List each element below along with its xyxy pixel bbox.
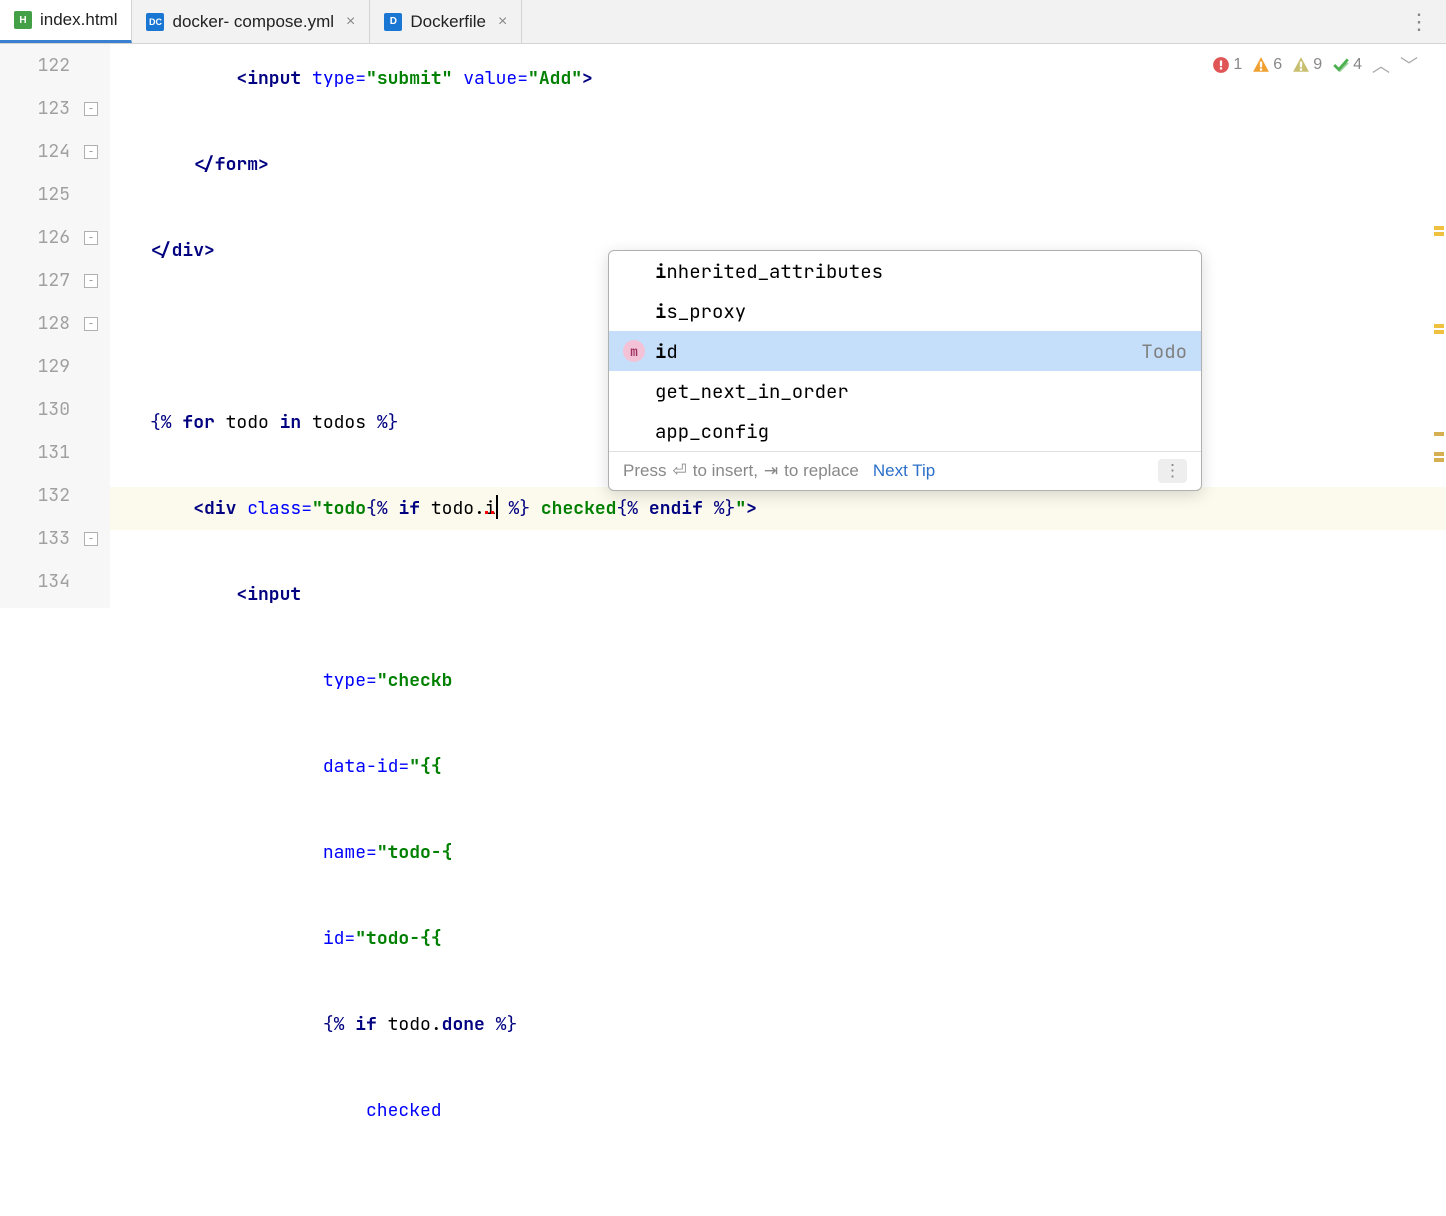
completion-label: get_next_in_order	[655, 379, 1187, 404]
tab-label: Dockerfile	[410, 12, 486, 32]
stripe-marker[interactable]	[1434, 432, 1444, 436]
line-number: 129	[0, 345, 70, 388]
stripe-marker[interactable]	[1434, 324, 1444, 328]
completion-label: inherited_attributes	[655, 259, 1187, 284]
tab-label: index.html	[40, 10, 117, 30]
line-number: 122	[0, 44, 70, 87]
more-options-icon[interactable]: ⋮	[1158, 459, 1187, 483]
line-number: 131	[0, 431, 70, 474]
method-icon: m	[623, 340, 645, 362]
enter-key-icon: ⏎	[672, 461, 686, 481]
stripe-marker[interactable]	[1434, 330, 1444, 334]
line-number: 128−	[0, 302, 70, 345]
autocomplete-item[interactable]: inherited_attributes	[609, 251, 1201, 291]
tab-dockerfile[interactable]: D Dockerfile ×	[370, 0, 522, 43]
tab-bar: H index.html DC docker- compose.yml × D …	[0, 0, 1446, 44]
stripe-marker[interactable]	[1434, 226, 1444, 230]
line-number: 125	[0, 173, 70, 216]
line-number: 126−	[0, 216, 70, 259]
completion-icon	[623, 260, 645, 282]
error-stripe[interactable]	[1432, 44, 1446, 608]
autocomplete-popup[interactable]: inherited_attributes is_proxy m id Todo …	[608, 250, 1202, 491]
stripe-marker[interactable]	[1434, 458, 1444, 462]
line-number: 132	[0, 474, 70, 517]
dockerfile-icon: D	[384, 13, 402, 31]
footer-text: to insert,	[693, 461, 758, 481]
completion-icon	[623, 300, 645, 322]
autocomplete-item-selected[interactable]: m id Todo	[609, 331, 1201, 371]
line-number: 130	[0, 388, 70, 431]
line-number: 124−	[0, 130, 70, 173]
line-number: 123−	[0, 87, 70, 130]
completion-label: id	[655, 339, 1131, 364]
completion-label: is_proxy	[655, 299, 1187, 324]
line-number: 127−	[0, 259, 70, 302]
close-icon[interactable]: ×	[342, 13, 355, 31]
completion-hint: Todo	[1141, 339, 1187, 364]
next-tip-link[interactable]: Next Tip	[873, 461, 935, 481]
fold-marker-icon[interactable]: −	[84, 145, 98, 159]
footer-text: to replace	[784, 461, 859, 481]
line-number: 134	[0, 560, 70, 603]
fold-marker-icon[interactable]: −	[84, 317, 98, 331]
autocomplete-footer: Press ⏎ to insert, ⇥ to replace Next Tip…	[609, 451, 1201, 490]
tab-label: docker- compose.yml	[172, 12, 334, 32]
fold-marker-icon[interactable]: −	[84, 532, 98, 546]
completion-icon	[623, 420, 645, 442]
completion-icon	[623, 380, 645, 402]
autocomplete-item[interactable]: is_proxy	[609, 291, 1201, 331]
fold-marker-icon[interactable]: −	[84, 274, 98, 288]
more-menu-icon[interactable]: ⋮	[1408, 7, 1432, 36]
fold-marker-icon[interactable]: −	[84, 102, 98, 116]
tab-docker-compose[interactable]: DC docker- compose.yml ×	[132, 0, 370, 43]
footer-text: Press	[623, 461, 666, 481]
tab-key-icon: ⇥	[764, 461, 778, 481]
fold-marker-icon[interactable]: −	[84, 231, 98, 245]
html-file-icon: H	[14, 11, 32, 29]
completion-label: app_config	[655, 419, 1187, 444]
stripe-marker[interactable]	[1434, 452, 1444, 456]
docker-compose-file-icon: DC	[146, 13, 164, 31]
stripe-marker[interactable]	[1434, 232, 1444, 236]
autocomplete-item[interactable]: get_next_in_order	[609, 371, 1201, 411]
autocomplete-item[interactable]: app_config	[609, 411, 1201, 451]
line-number: 133−	[0, 517, 70, 560]
close-icon[interactable]: ×	[494, 13, 507, 31]
tab-index-html[interactable]: H index.html	[0, 0, 132, 43]
gutter: 122 123− 124− 125 126− 127− 128− 129 130…	[0, 44, 110, 608]
